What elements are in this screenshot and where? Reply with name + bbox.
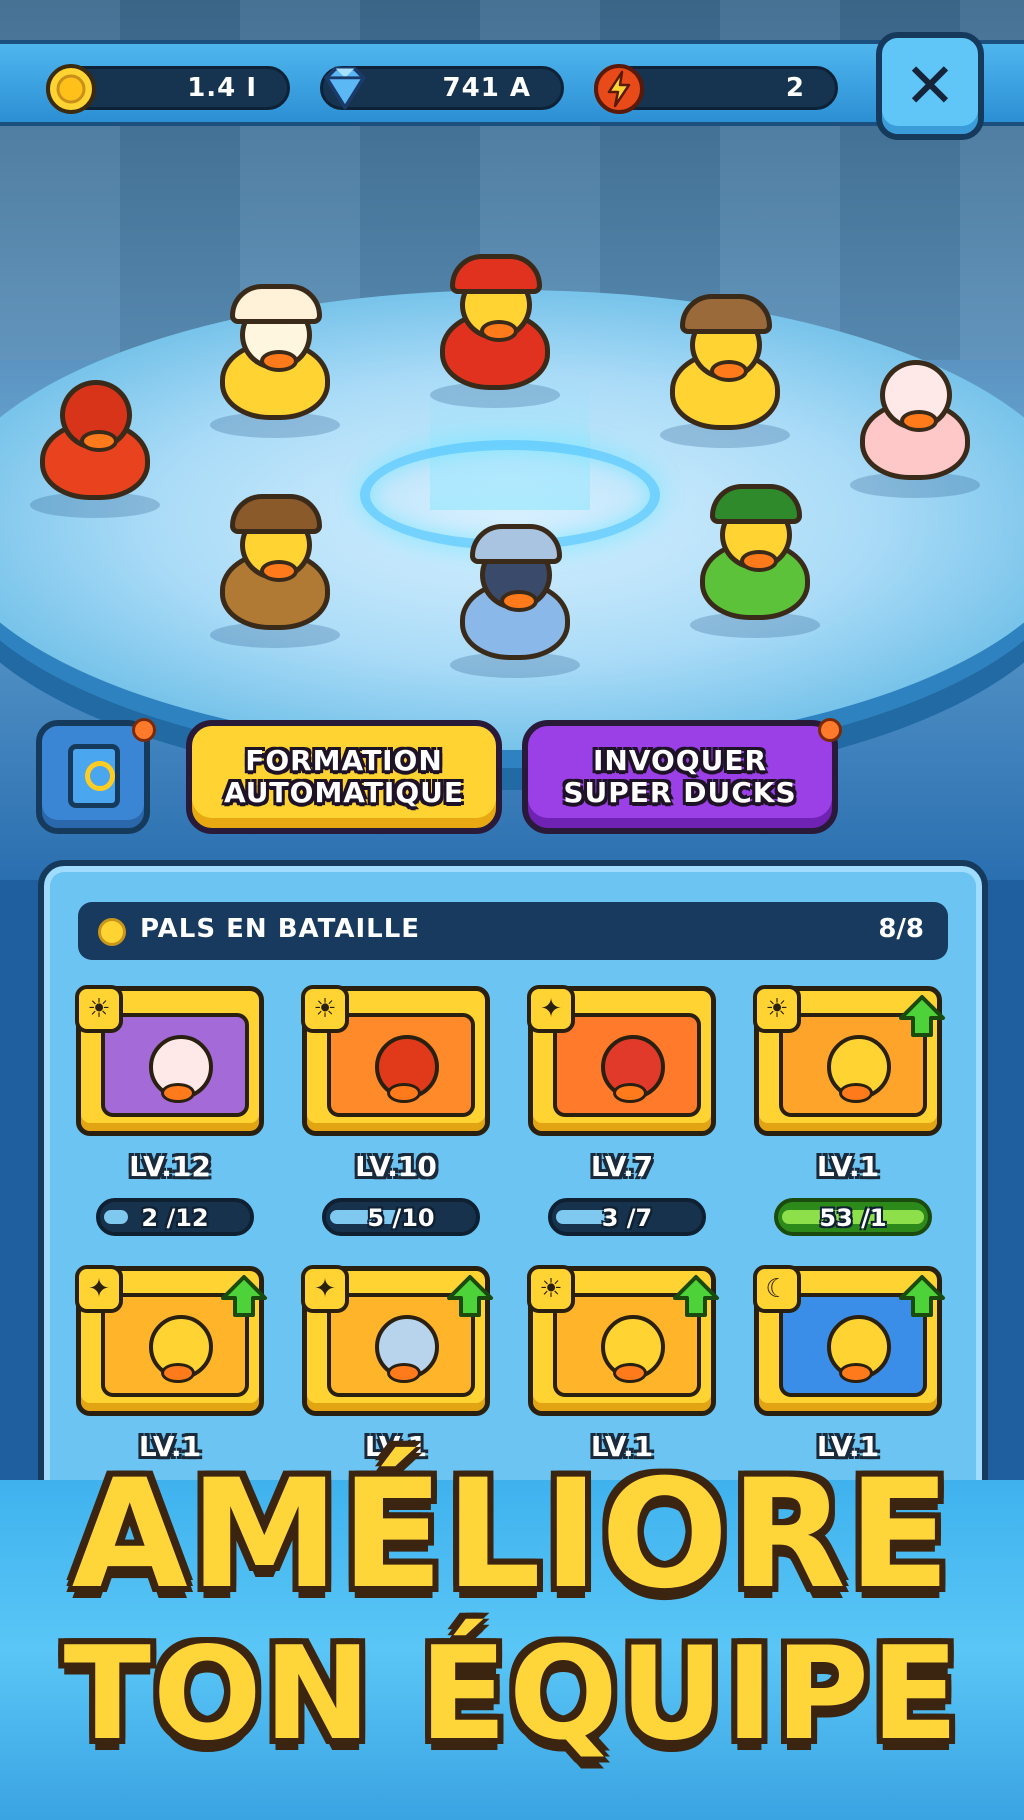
pal-progress-text: 3 /7 bbox=[601, 1204, 653, 1232]
team-panel-header: PALS EN BATAILLE 8/8 bbox=[78, 902, 948, 960]
pal-progress-text: 2 /12 bbox=[141, 1204, 209, 1232]
element-badge-icon: ✦ bbox=[527, 985, 575, 1033]
team-count: 8/8 bbox=[878, 914, 924, 944]
header-dot-icon bbox=[98, 918, 126, 946]
upgrade-arrow-icon bbox=[445, 1273, 495, 1319]
element-badge-icon: ✦ bbox=[75, 1265, 123, 1313]
element-badge-icon: ☀ bbox=[301, 985, 349, 1033]
energy-counter[interactable]: 2 bbox=[594, 64, 838, 114]
pal-portrait bbox=[553, 1013, 701, 1117]
pal-card-frame: ☾ bbox=[753, 1265, 945, 1416]
diamond-icon bbox=[317, 61, 373, 117]
book-icon bbox=[68, 744, 120, 808]
pal-portrait bbox=[101, 1013, 249, 1117]
pal-portrait bbox=[327, 1013, 475, 1117]
duck-thief[interactable] bbox=[450, 520, 580, 678]
close-button[interactable]: ✕ bbox=[876, 32, 984, 140]
pal-level: LV.12 bbox=[129, 1150, 211, 1183]
duck-medic[interactable] bbox=[210, 280, 340, 438]
duck-detective[interactable] bbox=[210, 490, 340, 648]
coin-counter[interactable]: 1.4 I bbox=[46, 64, 290, 114]
duck-beak bbox=[161, 1363, 195, 1383]
upgrade-arrow-icon bbox=[219, 1273, 269, 1319]
collection-book-button[interactable] bbox=[36, 718, 156, 834]
pal-card-frame: ☀ bbox=[527, 1265, 719, 1416]
pal-progress-text: 5 /10 bbox=[367, 1204, 435, 1232]
pal-card-frame: ☀ bbox=[301, 985, 490, 1136]
duck-beak bbox=[387, 1363, 421, 1383]
pal-level: LV.7 bbox=[590, 1150, 654, 1183]
close-icon: ✕ bbox=[904, 49, 956, 122]
duck-cowboy[interactable] bbox=[660, 290, 790, 448]
duck-beak bbox=[387, 1083, 421, 1103]
duck-beak bbox=[613, 1083, 647, 1103]
pal-level: LV.1 bbox=[816, 1150, 880, 1183]
duck-beak bbox=[161, 1083, 195, 1103]
element-badge-icon: ☀ bbox=[75, 985, 123, 1033]
duck-fire-mage[interactable] bbox=[30, 360, 160, 518]
team-panel-title: PALS EN BATAILLE bbox=[140, 914, 421, 944]
element-badge-icon: ✦ bbox=[301, 1265, 349, 1313]
pal-card-frame: ☀ bbox=[75, 985, 264, 1136]
duck-beak bbox=[839, 1363, 873, 1383]
pal-card-frame: ✦ bbox=[75, 1265, 267, 1416]
promo-headline: AMÉLIORE bbox=[71, 1448, 953, 1622]
element-badge-icon: ☀ bbox=[753, 985, 801, 1033]
gem-counter[interactable]: 741 A bbox=[320, 66, 564, 110]
upgrade-arrow-icon bbox=[671, 1273, 721, 1319]
duck-angel[interactable] bbox=[850, 340, 980, 498]
pal-level: LV.10 bbox=[355, 1150, 437, 1183]
lightning-icon bbox=[591, 61, 647, 117]
pal-card-frame: ☀ bbox=[753, 985, 945, 1136]
duck-beak bbox=[613, 1363, 647, 1383]
duck-archer[interactable] bbox=[690, 480, 820, 638]
battle-scene bbox=[0, 0, 1024, 880]
auto-formation-label: FORMATION AUTOMATIQUE bbox=[224, 744, 464, 809]
pal-progress-bar: 53 /1 bbox=[774, 1198, 932, 1236]
pal-progress-bar: 2 /12 bbox=[96, 1198, 254, 1236]
resource-bar: 1.4 I 741 A 2 bbox=[0, 40, 1024, 126]
pal-progress-text: 53 /1 bbox=[819, 1204, 887, 1232]
pal-card-frame: ✦ bbox=[301, 1265, 493, 1416]
pal-progress-bar: 3 /7 bbox=[548, 1198, 706, 1236]
gem-value: 741 A bbox=[442, 73, 531, 103]
duck-boxer[interactable] bbox=[430, 250, 560, 408]
promo-subheadline: TON ÉQUIPE bbox=[63, 1620, 961, 1769]
coin-icon bbox=[43, 61, 99, 117]
notification-dot bbox=[818, 718, 842, 742]
element-badge-icon: ☀ bbox=[527, 1265, 575, 1313]
summon-super-ducks-button[interactable]: INVOQUER SUPER DUCKS bbox=[522, 718, 842, 834]
summon-label: INVOQUER SUPER DUCKS bbox=[563, 744, 797, 809]
upgrade-arrow-icon bbox=[897, 1273, 947, 1319]
element-badge-icon: ☾ bbox=[753, 1265, 801, 1313]
energy-value: 2 bbox=[785, 73, 805, 103]
pal-progress-bar: 5 /10 bbox=[322, 1198, 480, 1236]
pal-card-frame: ✦ bbox=[527, 985, 716, 1136]
coin-value: 1.4 I bbox=[187, 73, 257, 103]
notification-dot bbox=[132, 718, 156, 742]
upgrade-arrow-icon bbox=[897, 993, 947, 1039]
auto-formation-button[interactable]: FORMATION AUTOMATIQUE bbox=[186, 720, 502, 834]
duck-beak bbox=[839, 1083, 873, 1103]
